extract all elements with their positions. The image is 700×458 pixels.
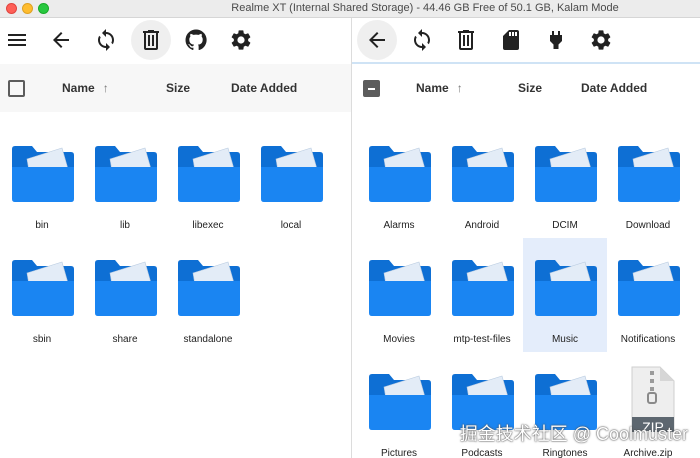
folder-icon <box>452 146 514 202</box>
minimize-window-button[interactable] <box>22 3 33 14</box>
folder-item[interactable]: Alarms <box>357 124 441 238</box>
gear-icon <box>231 30 251 50</box>
refresh-icon <box>414 29 430 51</box>
item-label: Archive.zip <box>623 448 673 458</box>
folder-icon <box>261 146 323 202</box>
item-label: Music <box>551 334 579 345</box>
plug-icon <box>550 31 562 49</box>
select-all-checkbox[interactable] <box>8 80 25 97</box>
zoom-window-button[interactable] <box>38 3 49 14</box>
settings-button[interactable] <box>221 20 261 60</box>
folder-icon <box>452 260 514 316</box>
folder-icon <box>95 260 157 316</box>
folder-icon <box>618 260 680 316</box>
folder-icon <box>369 260 431 316</box>
folder-icon <box>369 146 431 202</box>
left-file-grid: bin lib libexec local sbin share standalone <box>0 112 351 458</box>
name-column-label: Name <box>62 81 95 95</box>
select-all-checkbox[interactable] <box>363 80 380 97</box>
watermark-text: 掘金技术社区 @ Coolmuster <box>459 424 688 444</box>
folder-item[interactable]: Movies <box>357 238 441 352</box>
item-label: local <box>280 220 302 231</box>
item-label: Podcasts <box>461 448 503 458</box>
item-label: standalone <box>183 334 233 345</box>
sd-card-button[interactable] <box>491 20 531 60</box>
github-button[interactable] <box>176 20 216 60</box>
folder-item[interactable]: share <box>83 238 167 352</box>
folder-item[interactable]: Download <box>606 124 690 238</box>
title-bar: Realme XT (Internal Shared Storage) - 44… <box>0 0 700 18</box>
back-button[interactable] <box>41 20 81 60</box>
folder-item[interactable]: Music <box>523 238 607 352</box>
item-label: Ringtones <box>542 448 588 458</box>
date-added-column-header[interactable]: Date Added <box>231 81 297 95</box>
folder-item[interactable]: mtp-test-files <box>440 238 524 352</box>
refresh-button[interactable] <box>402 20 442 60</box>
item-label: Pictures <box>380 448 418 458</box>
item-label: Alarms <box>383 220 415 231</box>
item-label: Android <box>464 220 500 231</box>
folder-item[interactable]: Notifications <box>606 238 690 352</box>
settings-button[interactable] <box>581 20 621 60</box>
size-column-header[interactable]: Size <box>166 81 190 95</box>
delete-icon <box>143 30 159 50</box>
folder-icon <box>618 146 680 202</box>
name-column-header[interactable]: Name ↑ <box>416 81 463 95</box>
item-label: share <box>112 334 138 345</box>
left-toolbar <box>0 18 350 62</box>
folder-item[interactable]: libexec <box>166 124 250 238</box>
folder-item[interactable]: sbin <box>0 238 84 352</box>
sd-card-icon <box>503 30 519 50</box>
folder-icon <box>178 260 240 316</box>
folder-item[interactable]: bin <box>0 124 84 238</box>
right-file-grid: Alarms Android DCIM Download Movies mtp-test-… <box>352 112 700 458</box>
item-label: Download <box>625 220 671 231</box>
folder-icon <box>535 146 597 202</box>
folder-item[interactable]: Android <box>440 124 524 238</box>
refresh-icon <box>98 29 114 51</box>
left-column-header: Name ↑ Size Date Added <box>0 64 351 112</box>
size-column-header[interactable]: Size <box>518 81 542 95</box>
window-title: Realme XT (Internal Shared Storage) - 44… <box>231 2 619 14</box>
right-column-header: Name ↑ Size Date Added <box>352 64 700 112</box>
item-label: lib <box>119 220 130 231</box>
name-column-header[interactable]: Name ↑ <box>62 81 109 95</box>
item-label: mtp-test-files <box>453 334 511 345</box>
right-toolbar <box>352 18 700 62</box>
folder-icon <box>178 146 240 202</box>
back-arrow-icon <box>53 32 69 48</box>
folder-item[interactable]: lib <box>83 124 167 238</box>
folder-icon <box>12 146 74 202</box>
close-window-button[interactable] <box>6 3 17 14</box>
delete-button[interactable] <box>446 20 486 60</box>
github-icon <box>185 29 207 51</box>
refresh-button[interactable] <box>86 20 126 60</box>
folder-item[interactable]: local <box>249 124 333 238</box>
back-arrow-icon <box>369 32 385 48</box>
item-label: Notifications <box>620 334 676 345</box>
item-label: libexec <box>192 220 224 231</box>
menu-icon <box>8 34 26 46</box>
date-added-column-header[interactable]: Date Added <box>581 81 647 95</box>
menu-button[interactable] <box>0 20 37 60</box>
item-label: Movies <box>383 334 415 345</box>
gear-icon <box>591 30 611 50</box>
folder-item[interactable]: DCIM <box>523 124 607 238</box>
folder-icon <box>369 374 431 430</box>
name-column-label: Name <box>416 81 449 95</box>
folder-icon <box>535 260 597 316</box>
delete-icon <box>458 30 474 50</box>
folder-item[interactable]: Pictures <box>357 352 441 458</box>
folder-item[interactable]: standalone <box>166 238 250 352</box>
sort-ascending-icon: ↑ <box>456 81 463 95</box>
folder-icon <box>12 260 74 316</box>
plug-button[interactable] <box>536 20 576 60</box>
folder-icon <box>95 146 157 202</box>
back-button[interactable] <box>357 20 397 60</box>
delete-button[interactable] <box>131 20 171 60</box>
sort-ascending-icon: ↑ <box>102 81 109 95</box>
item-label: DCIM <box>552 220 578 231</box>
